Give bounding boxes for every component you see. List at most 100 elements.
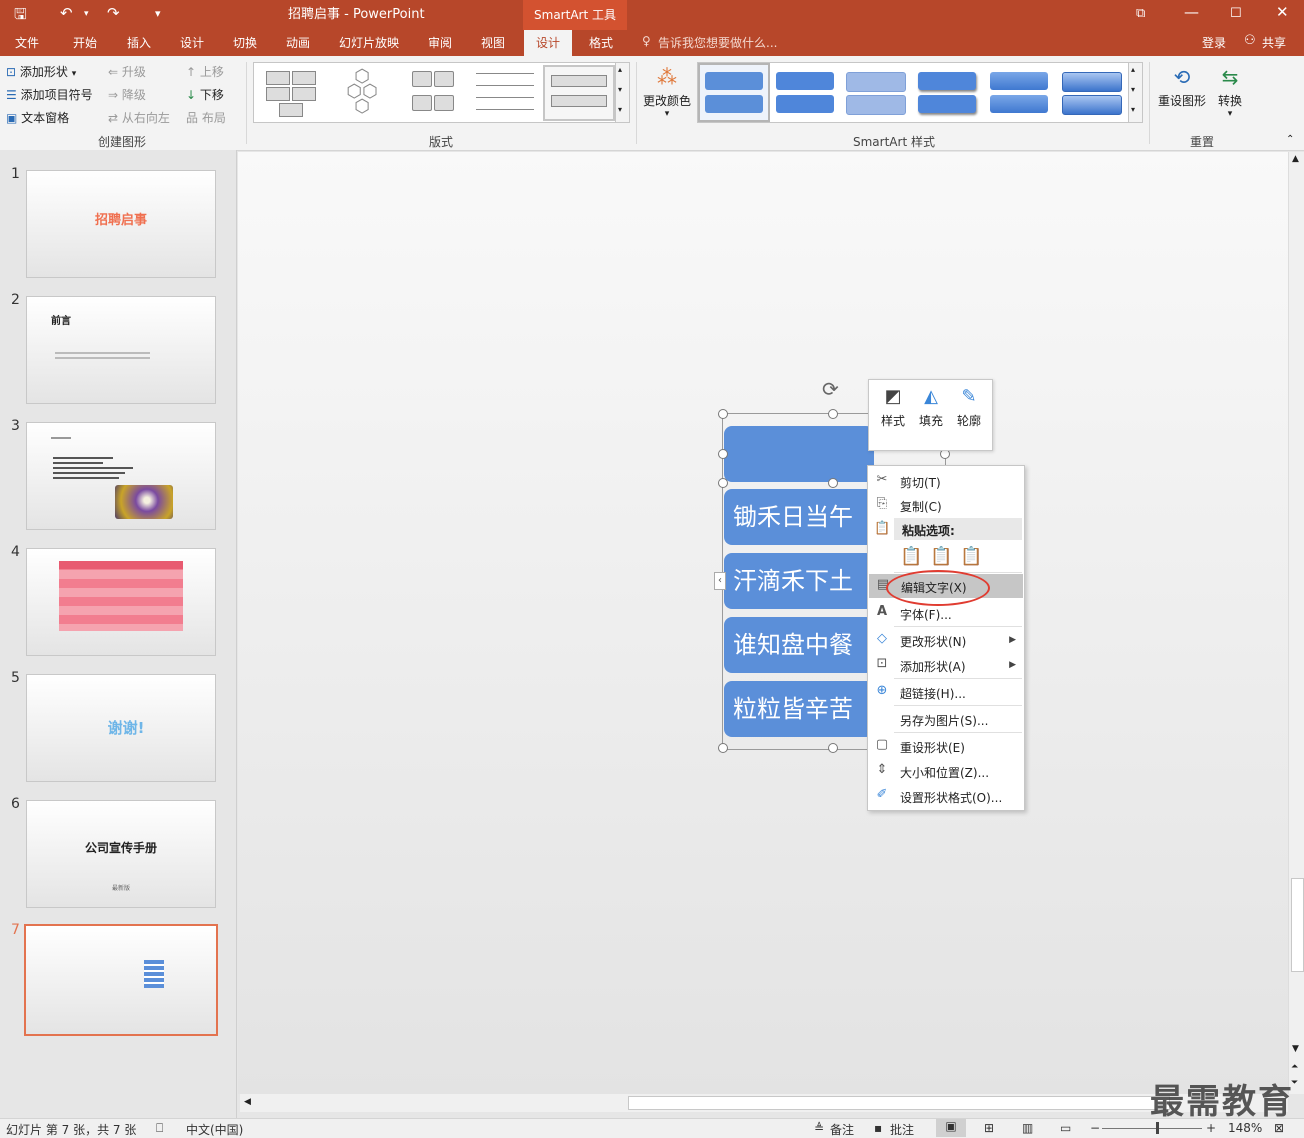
tab-review[interactable]: 审阅 [428, 34, 452, 51]
maximize-icon[interactable]: ☐ [1230, 6, 1242, 21]
slide-thumbnail-6[interactable]: 公司宣传手册 最新版 [26, 800, 216, 908]
paste-text-only-icon[interactable]: 📋 [960, 546, 982, 567]
scroll-up-icon[interactable]: ▲ [1292, 154, 1299, 164]
zoom-slider[interactable] [1102, 1128, 1202, 1129]
scroll-down-icon[interactable]: ▼ [1292, 1044, 1299, 1054]
normal-view-icon[interactable]: ▣ [936, 1119, 966, 1137]
menu-item-add-shape[interactable]: ⊡ 添加形状(A) ▶ [868, 654, 1024, 676]
menu-item-hyperlink[interactable]: ⊕ 超链接(H)... [868, 681, 1024, 703]
menu-item-copy[interactable]: ⎘ 复制(C) [868, 494, 1024, 516]
tab-insert[interactable]: 插入 [127, 34, 151, 51]
tab-animations[interactable]: 动画 [286, 34, 310, 51]
menu-item-format-shape[interactable]: ✐ 设置形状格式(O)... [868, 785, 1024, 807]
move-down-button[interactable]: ↓ 下移 [186, 86, 224, 103]
slide-sorter-icon[interactable]: ⊞ [984, 1121, 994, 1135]
layout-option-5-selected[interactable] [543, 65, 615, 121]
reset-graphic-button[interactable]: ⟲ 重设图形 [1156, 62, 1208, 109]
fit-to-window-icon[interactable]: ⊠ [1274, 1121, 1284, 1135]
smartart-item-4[interactable]: 谁知盘中餐 [724, 617, 874, 673]
vertical-scrollbar[interactable]: ▲ ▼ ⏶ ⏷ [1288, 152, 1304, 1094]
tab-slideshow[interactable]: 幻灯片放映 [339, 34, 399, 51]
slide-thumbnail-2[interactable]: 前言 [26, 296, 216, 404]
slide-thumbnail-1[interactable]: 招聘启事 [26, 170, 216, 278]
menu-item-size-position[interactable]: ⇕ 大小和位置(Z)... [868, 760, 1024, 782]
shape-outline-button[interactable]: ✎ 轮廓 [951, 386, 987, 429]
resize-handle[interactable] [828, 478, 838, 488]
right-to-left-button[interactable]: ⇄ 从右向左 [108, 109, 170, 126]
tab-design[interactable]: 设计 [180, 34, 204, 51]
smartart-item-3[interactable]: 汗滴禾下土 [724, 553, 874, 609]
tab-view[interactable]: 视图 [481, 34, 505, 51]
menu-item-font[interactable]: A 字体(F)... [868, 602, 1024, 624]
convert-button[interactable]: ⇆ 转换 ▾ [1212, 62, 1248, 119]
collapse-ribbon-icon[interactable]: ⌃ [1286, 134, 1294, 145]
layouts-gallery-scroll[interactable]: ▴ ▾ ▾ [615, 62, 630, 123]
redo-icon[interactable]: ↷ [107, 4, 120, 22]
style-option-3[interactable] [844, 63, 906, 118]
tab-transitions[interactable]: 切换 [233, 34, 257, 51]
shape-fill-button[interactable]: ◭ 填充 [913, 386, 949, 429]
demote-button[interactable]: ⇒ 降级 [108, 86, 146, 103]
menu-item-cut[interactable]: ✂ 剪切(T) [868, 470, 1024, 492]
promote-button[interactable]: ⇐ 升级 [108, 63, 146, 80]
resize-handle[interactable] [718, 449, 728, 459]
style-option-6[interactable] [1060, 63, 1122, 118]
smartart-item-1[interactable] [724, 426, 874, 482]
resize-handle[interactable] [828, 409, 838, 419]
slide-thumbnail-3[interactable] [26, 422, 216, 530]
layout-option-2[interactable]: ⬡ ⬡⬡ ⬡ [342, 68, 382, 116]
slide-thumbnail-7[interactable] [24, 924, 218, 1036]
rotate-handle-icon[interactable]: ⟳ [822, 377, 839, 401]
menu-item-save-as-picture[interactable]: 另存为图片(S)... [868, 708, 1024, 730]
layout-option-3[interactable] [412, 71, 454, 115]
horizontal-scrollbar[interactable]: ◀ [240, 1094, 1288, 1112]
resize-handle[interactable] [718, 409, 728, 419]
scroll-left-icon[interactable]: ◀ [244, 1097, 251, 1107]
zoom-level[interactable]: 148% [1228, 1121, 1262, 1135]
layout-button[interactable]: 品 布局 [186, 109, 226, 126]
tab-home[interactable]: 开始 [73, 34, 97, 51]
previous-slide-icon[interactable]: ⏶ [1291, 1062, 1298, 1072]
spellcheck-icon[interactable]: ⎕ [156, 1121, 163, 1136]
tab-smartart-design[interactable]: 设计 [524, 30, 573, 56]
save-icon[interactable]: 🖫 [14, 4, 27, 29]
login-link[interactable]: 登录 [1202, 34, 1226, 51]
scroll-thumb[interactable] [1291, 878, 1304, 972]
style-option-1-selected[interactable] [698, 63, 770, 122]
styles-gallery-scroll[interactable]: ▴ ▾ ▾ [1128, 62, 1143, 123]
smartart-item-2[interactable]: 锄禾日当午 [724, 489, 874, 545]
layouts-gallery[interactable]: ⬡ ⬡⬡ ⬡ [253, 62, 617, 123]
tell-me-box[interactable]: 告诉我您想要做什么... [658, 34, 777, 51]
tab-file[interactable]: 文件 [15, 34, 39, 51]
style-option-5[interactable] [988, 63, 1050, 118]
paste-keep-formatting-icon[interactable]: 📋 [930, 546, 952, 567]
zoom-slider-thumb[interactable] [1156, 1122, 1159, 1134]
zoom-out-icon[interactable]: − [1090, 1121, 1100, 1135]
change-colors-button[interactable]: ⁂ 更改颜色 ▾ [642, 62, 692, 119]
minimize-icon[interactable]: — [1184, 3, 1199, 21]
reading-view-icon[interactable]: ▥ [1022, 1121, 1033, 1135]
style-option-2[interactable] [774, 63, 836, 118]
layout-option-4[interactable] [476, 69, 536, 115]
slide-thumbnail-5[interactable]: 谢谢! [26, 674, 216, 782]
undo-icon[interactable]: ↶ [60, 4, 73, 22]
move-up-button[interactable]: ↑ 上移 [186, 63, 224, 80]
slideshow-icon[interactable]: ▭ [1060, 1121, 1071, 1135]
menu-item-change-shape[interactable]: ◇ 更改形状(N) ▶ [868, 629, 1024, 651]
notes-button[interactable]: 备注 [830, 1121, 854, 1138]
tab-format[interactable]: 格式 [589, 34, 613, 51]
text-pane-toggle[interactable]: ‹ [714, 572, 726, 590]
resize-handle[interactable] [718, 478, 728, 488]
shape-style-button[interactable]: ◩ 样式 [875, 386, 911, 429]
undo-dropdown-icon[interactable]: ▾ [84, 9, 89, 19]
paste-use-destination-theme-icon[interactable]: 📋 [900, 546, 922, 567]
resize-handle[interactable] [828, 743, 838, 753]
smartart-styles-gallery[interactable] [697, 62, 1130, 123]
language-indicator[interactable]: 中文(中国) [186, 1121, 243, 1138]
add-shape-button[interactable]: ⊡ 添加形状 ▾ [6, 63, 76, 80]
resize-handle[interactable] [718, 743, 728, 753]
style-option-4[interactable] [916, 63, 978, 118]
customize-qat-icon[interactable]: ▾ [155, 7, 161, 20]
scroll-thumb[interactable] [628, 1096, 1170, 1110]
layout-option-1[interactable] [266, 71, 316, 117]
